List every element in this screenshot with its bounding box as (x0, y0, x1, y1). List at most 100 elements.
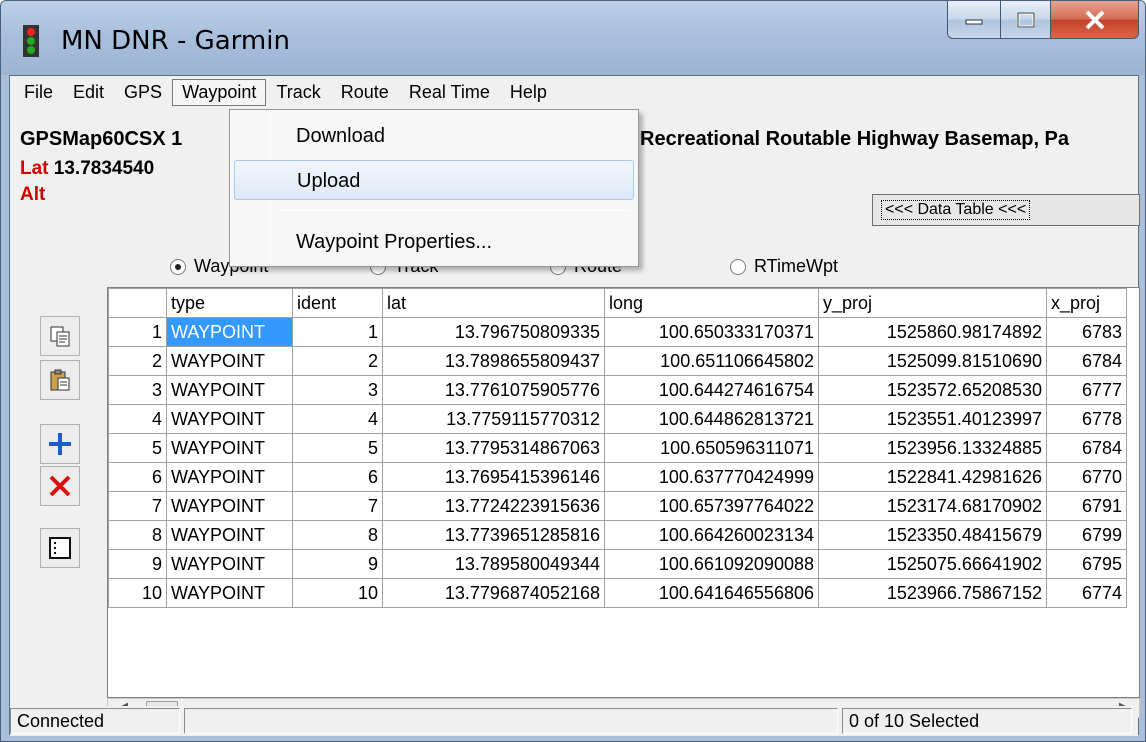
cell-type[interactable]: WAYPOINT (166, 549, 293, 579)
cell-lat[interactable]: 13.7695415396146 (382, 462, 605, 492)
menu-real-time[interactable]: Real Time (399, 79, 500, 106)
menu-route[interactable]: Route (331, 79, 399, 106)
row-number[interactable]: 8 (108, 520, 167, 550)
cell-x-proj[interactable]: 6799 (1046, 520, 1127, 550)
cell-long[interactable]: 100.641646556806 (604, 578, 819, 608)
cell-x-proj[interactable]: 6777 (1046, 375, 1127, 405)
cell-long[interactable]: 100.650333170371 (604, 317, 819, 347)
cell-long[interactable]: 100.657397764022 (604, 491, 819, 521)
table-row[interactable]: 9 WAYPOINT 9 13.789580049344 100.66109209008… (108, 549, 1127, 579)
cell-long[interactable]: 100.644862813721 (604, 404, 819, 434)
cell-long[interactable]: 100.637770424999 (604, 462, 819, 492)
paste-button[interactable] (40, 360, 80, 400)
cell-y-proj[interactable]: 1523174.68170902 (818, 491, 1047, 521)
menu-track[interactable]: Track (266, 79, 330, 106)
cell-ident[interactable]: 5 (292, 433, 383, 463)
cell-long[interactable]: 100.661092090088 (604, 549, 819, 579)
cell-ident[interactable]: 4 (292, 404, 383, 434)
minimize-button[interactable] (947, 1, 1001, 39)
column-header-long[interactable]: long (604, 288, 819, 318)
cell-ident[interactable]: 1 (292, 317, 383, 347)
row-number[interactable]: 3 (108, 375, 167, 405)
cell-lat[interactable]: 13.796750809335 (382, 317, 605, 347)
cell-long[interactable]: 100.644274616754 (604, 375, 819, 405)
maximize-button[interactable] (1001, 1, 1051, 39)
cell-lat[interactable]: 13.7724223915636 (382, 491, 605, 521)
cell-ident[interactable]: 2 (292, 346, 383, 376)
title-bar[interactable]: MN DNR - Garmin (1, 1, 1145, 75)
cell-type[interactable]: WAYPOINT (166, 433, 293, 463)
table-row[interactable]: 6 WAYPOINT 6 13.7695415396146 100.6377704249… (108, 462, 1127, 492)
cell-type[interactable]: WAYPOINT (166, 375, 293, 405)
cell-x-proj[interactable]: 6783 (1046, 317, 1127, 347)
table-row[interactable]: 3 WAYPOINT 3 13.7761075905776 100.6442746167… (108, 375, 1127, 405)
cell-y-proj[interactable]: 1522841.42981626 (818, 462, 1047, 492)
table-row[interactable]: 4 WAYPOINT 4 13.7759115770312 100.6448628137… (108, 404, 1127, 434)
cell-lat[interactable]: 13.7796874052168 (382, 578, 605, 608)
column-header-lat[interactable]: lat (382, 288, 605, 318)
cell-lat[interactable]: 13.7795314867063 (382, 433, 605, 463)
cell-y-proj[interactable]: 1523551.40123997 (818, 404, 1047, 434)
cell-ident[interactable]: 6 (292, 462, 383, 492)
cell-ident[interactable]: 8 (292, 520, 383, 550)
cell-long[interactable]: 100.651106645802 (604, 346, 819, 376)
column-header-x-proj[interactable]: x_proj (1046, 288, 1127, 318)
waypoint-grid[interactable]: type ident lat long y_proj x_proj 1 WAYPO… (107, 287, 1140, 698)
cell-y-proj[interactable]: 1523572.65208530 (818, 375, 1047, 405)
cell-y-proj[interactable]: 1525099.81510690 (818, 346, 1047, 376)
row-number[interactable]: 2 (108, 346, 167, 376)
radio-rtimewpt[interactable]: RTimeWpt (730, 256, 838, 277)
cell-x-proj[interactable]: 6774 (1046, 578, 1127, 608)
cell-y-proj[interactable]: 1523956.13324885 (818, 433, 1047, 463)
cell-lat[interactable]: 13.789580049344 (382, 549, 605, 579)
cell-x-proj[interactable]: 6784 (1046, 433, 1127, 463)
cell-x-proj[interactable]: 6795 (1046, 549, 1127, 579)
close-button[interactable] (1051, 1, 1139, 39)
cell-x-proj[interactable]: 6770 (1046, 462, 1127, 492)
cell-lat[interactable]: 13.7759115770312 (382, 404, 605, 434)
cell-y-proj[interactable]: 1523350.48415679 (818, 520, 1047, 550)
table-row[interactable]: 8 WAYPOINT 8 13.7739651285816 100.6642600231… (108, 520, 1127, 550)
cell-x-proj[interactable]: 6791 (1046, 491, 1127, 521)
properties-button[interactable] (40, 528, 80, 568)
row-number[interactable]: 9 (108, 549, 167, 579)
copy-button[interactable] (40, 316, 80, 356)
table-row[interactable]: 1 WAYPOINT 1 13.796750809335 100.65033317037… (108, 317, 1127, 347)
add-button[interactable] (40, 424, 80, 464)
cell-long[interactable]: 100.650596311071 (604, 433, 819, 463)
cell-type[interactable]: WAYPOINT (166, 520, 293, 550)
row-number[interactable]: 5 (108, 433, 167, 463)
delete-button[interactable] (40, 466, 80, 506)
cell-y-proj[interactable]: 1525860.98174892 (818, 317, 1047, 347)
menu-item-upload[interactable]: Upload (234, 160, 634, 200)
cell-lat[interactable]: 13.7761075905776 (382, 375, 605, 405)
menu-gps[interactable]: GPS (114, 79, 172, 106)
menu-help[interactable]: Help (500, 79, 557, 106)
cell-y-proj[interactable]: 1525075.66641902 (818, 549, 1047, 579)
menu-file[interactable]: File (14, 79, 63, 106)
cell-ident[interactable]: 7 (292, 491, 383, 521)
row-number[interactable]: 7 (108, 491, 167, 521)
cell-x-proj[interactable]: 6784 (1046, 346, 1127, 376)
row-number[interactable]: 10 (108, 578, 167, 608)
column-header-y-proj[interactable]: y_proj (818, 288, 1047, 318)
cell-type[interactable]: WAYPOINT (166, 404, 293, 434)
menu-edit[interactable]: Edit (63, 79, 114, 106)
cell-y-proj[interactable]: 1523966.75867152 (818, 578, 1047, 608)
cell-type[interactable]: WAYPOINT (166, 491, 293, 521)
data-table-button[interactable]: <<< Data Table <<< (872, 194, 1140, 226)
cell-ident[interactable]: 3 (292, 375, 383, 405)
menu-item-waypoint-properties[interactable]: Waypoint Properties... (234, 222, 634, 262)
menu-waypoint[interactable]: Waypoint (172, 78, 267, 106)
cell-type[interactable]: WAYPOINT (166, 317, 293, 347)
cell-ident[interactable]: 10 (292, 578, 383, 608)
cell-type[interactable]: WAYPOINT (166, 578, 293, 608)
cell-lat[interactable]: 13.7898655809437 (382, 346, 605, 376)
cell-type[interactable]: WAYPOINT (166, 462, 293, 492)
table-row[interactable]: 2 WAYPOINT 2 13.7898655809437 100.6511066458… (108, 346, 1127, 376)
table-row[interactable]: 5 WAYPOINT 5 13.7795314867063 100.6505963110… (108, 433, 1127, 463)
row-number[interactable]: 1 (108, 317, 167, 347)
cell-long[interactable]: 100.664260023134 (604, 520, 819, 550)
menu-item-download[interactable]: Download (234, 116, 634, 156)
cell-x-proj[interactable]: 6778 (1046, 404, 1127, 434)
